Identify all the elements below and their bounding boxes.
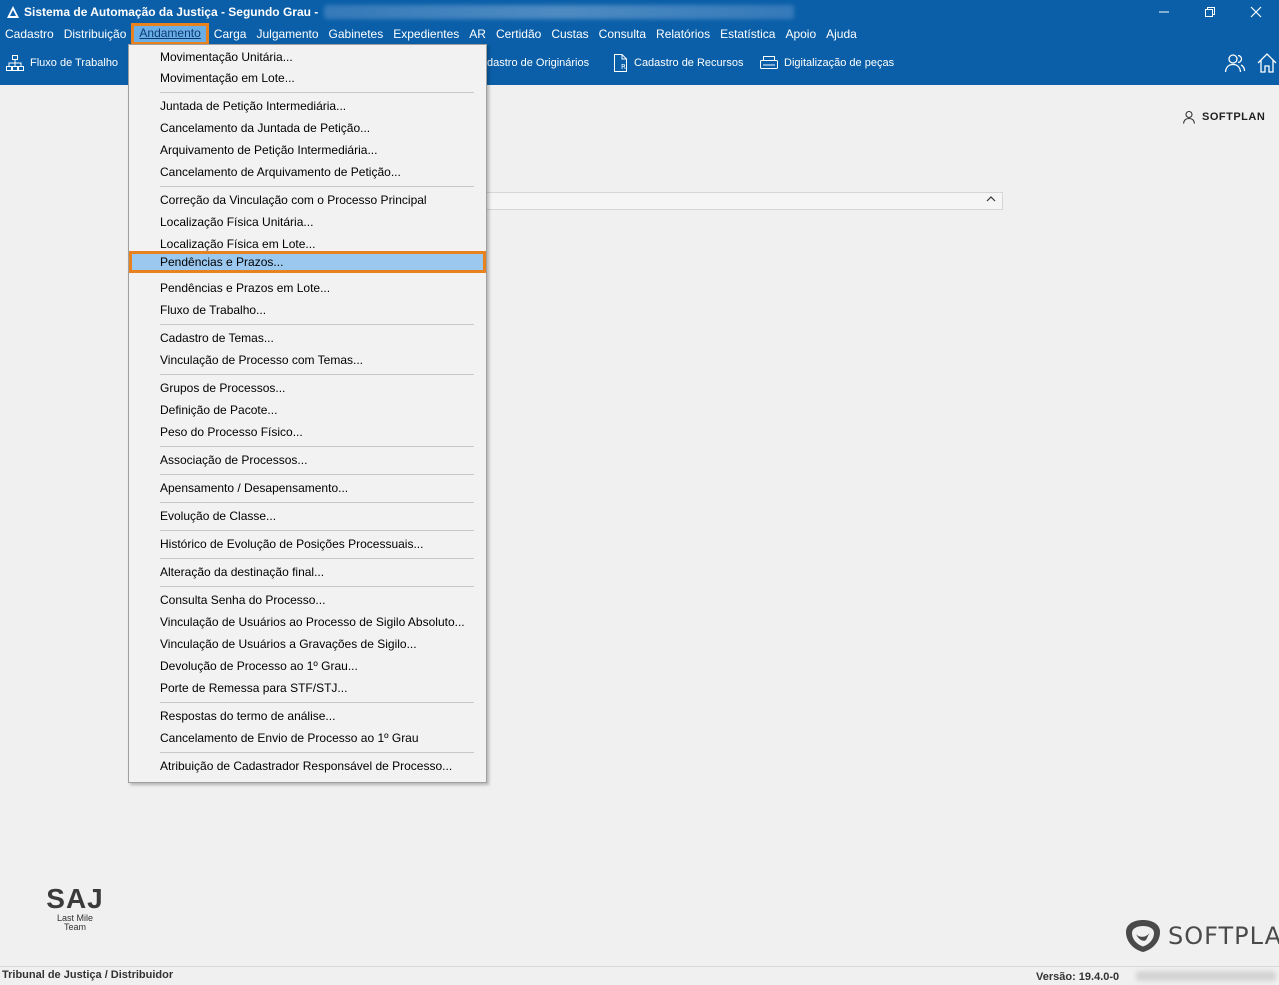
menu-ar[interactable]: AR [464,24,491,44]
svg-text:R: R [621,63,626,71]
menu-separator [160,752,474,753]
menu-separator [160,474,474,475]
menu-item-movimentacao-lote[interactable]: Movimentação em Lote... [129,67,486,89]
menu-separator [160,446,474,447]
menu-relatorios[interactable]: Relatórios [651,24,715,44]
saj-logo-subtitle-2: Team [63,922,86,932]
home-icon [1257,53,1277,73]
status-redacted [1136,971,1276,981]
menu-separator [160,530,474,531]
menu-item-atribuicao-cadastrador[interactable]: Atribuição de Cadastrador Responsável de… [129,755,486,777]
menu-separator [160,702,474,703]
menu-separator [160,324,474,325]
menu-item-pendencias-prazos[interactable]: Pendências e Prazos... [129,251,486,273]
saj-logo: SAJ Last Mile Team [44,884,106,932]
saj-logo-mark: SAJ [46,883,104,914]
status-version: Versão: 19.4.0-0 [1036,971,1120,983]
menu-item-evolucao-classe[interactable]: Evolução de Classe... [129,505,486,527]
menu-item-respostas-termo[interactable]: Respostas do termo de análise... [129,705,486,727]
menu-item-cancelamento-envio[interactable]: Cancelamento de Envio de Processo ao 1º … [129,727,486,749]
menu-expedientes[interactable]: Expedientes [388,24,464,44]
menu-item-vinculacao-temas[interactable]: Vinculação de Processo com Temas... [129,349,486,371]
menu-item-alteracao-destinacao[interactable]: Alteração da destinação final... [129,561,486,583]
menu-carga[interactable]: Carga [209,24,252,44]
menu-apoio[interactable]: Apoio [780,24,821,44]
menu-cadastro[interactable]: Cadastro [0,24,59,44]
cadastro-originarios-button[interactable]: dastro de Originários [487,53,589,73]
menu-item-vinculacao-gravacoes-sigilo[interactable]: Vinculação de Usuários a Gravações de Si… [129,633,486,655]
menu-item-correcao-vinculacao[interactable]: Correção da Vinculação com o Processo Pr… [129,189,486,211]
window-title: Sistema de Automação da Justiça - Segund… [24,5,319,19]
menu-gabinetes[interactable]: Gabinetes [324,24,389,44]
user-display: SOFTPLAN [1182,110,1265,124]
status-location: Tribunal de Justiça / Distribuidor [2,969,174,981]
menu-separator [160,186,474,187]
menu-ajuda[interactable]: Ajuda [821,24,862,44]
menu-item-associacao-processos[interactable]: Associação de Processos... [129,449,486,471]
menu-item-definicao-pacote[interactable]: Definição de Pacote... [129,399,486,421]
user-icon [1182,110,1196,124]
cadastro-recursos-button[interactable]: R Cadastro de Recursos [612,53,743,73]
menu-bar: Cadastro Distribuição Andamento Carga Ju… [0,22,1279,45]
softplan-shield-icon [1126,920,1160,952]
menu-separator [160,558,474,559]
home-button[interactable] [1256,52,1278,77]
user-name: SOFTPLAN [1202,111,1266,123]
menu-item-peso-processo[interactable]: Peso do Processo Físico... [129,421,486,443]
cadastro-recursos-label: Cadastro de Recursos [634,57,744,69]
status-bar: Tribunal de Justiça / Distribuidor Versã… [0,966,1279,985]
restore-icon [1205,7,1215,17]
menu-distribuicao[interactable]: Distribuição [59,24,132,44]
close-icon [1250,6,1262,18]
menu-item-arquivamento-peticao[interactable]: Arquivamento de Petição Intermediária... [129,139,486,161]
users-button[interactable] [1224,52,1246,77]
title-redacted [324,5,795,19]
minimize-icon [1159,11,1169,13]
close-button[interactable] [1233,0,1279,24]
menu-custas[interactable]: Custas [546,24,593,44]
menu-item-grupos-processos[interactable]: Grupos de Processos... [129,377,486,399]
menu-item-fluxo-trabalho[interactable]: Fluxo de Trabalho... [129,299,486,321]
digitalizacao-pecas-label: Digitalização de peças [784,57,895,69]
cadastro-originarios-label: dastro de Originários [487,57,590,69]
restore-button[interactable] [1187,0,1233,24]
menu-item-pendencias-prazos-lote[interactable]: Pendências e Prazos em Lote... [129,277,486,299]
menu-estatistica[interactable]: Estatística [715,24,780,44]
menu-item-historico-evolucao[interactable]: Histórico de Evolução de Posições Proces… [129,533,486,555]
menu-item-porte-remessa[interactable]: Porte de Remessa para STF/STJ... [129,677,486,699]
menu-item-cadastro-temas[interactable]: Cadastro de Temas... [129,327,486,349]
menu-separator [160,502,474,503]
app-logo-icon [6,5,20,19]
digitalizacao-pecas-button[interactable]: Digitalização de peças [760,53,894,73]
users-icon [1224,54,1246,73]
softplan-logo-text: SOFTPLAN [1168,922,1279,950]
menu-andamento[interactable]: Andamento [131,22,209,45]
document-r-icon: R [614,54,627,72]
menu-item-vinculacao-sigilo-absoluto[interactable]: Vinculação de Usuários ao Processo de Si… [129,611,486,633]
minimize-button[interactable] [1141,0,1187,24]
menu-item-localizacao-unitaria[interactable]: Localização Física Unitária... [129,211,486,233]
menu-separator [160,374,474,375]
fluxo-trabalho-button[interactable]: Fluxo de Trabalho [6,53,118,73]
menu-separator [160,586,474,587]
menu-item-movimentacao-unitaria[interactable]: Movimentação Unitária... [129,46,486,68]
chevron-up-icon[interactable] [986,194,996,206]
menu-consulta[interactable]: Consulta [594,24,651,44]
scanner-icon [760,56,778,69]
fluxo-trabalho-label: Fluxo de Trabalho [30,57,119,69]
collapsible-panel-header[interactable] [486,192,1003,210]
menu-certidao[interactable]: Certidão [491,24,546,44]
menu-item-cancelamento-arquivamento[interactable]: Cancelamento de Arquivamento de Petição.… [129,161,486,183]
softplan-logo: SOFTPLAN [1124,918,1279,954]
menu-separator [160,92,474,93]
menu-item-cancelamento-juntada[interactable]: Cancelamento da Juntada de Petição... [129,117,486,139]
andamento-dropdown-menu: Movimentação Unitária... Movimentação em… [128,44,487,783]
workflow-icon [6,55,24,71]
title-bar: Sistema de Automação da Justiça - Segund… [0,0,1279,24]
menu-item-juntada-peticao[interactable]: Juntada de Petição Intermediária... [129,95,486,117]
menu-julgamento[interactable]: Julgamento [251,24,323,44]
menu-item-consulta-senha[interactable]: Consulta Senha do Processo... [129,589,486,611]
menu-item-apensamento[interactable]: Apensamento / Desapensamento... [129,477,486,499]
menu-item-devolucao-primeiro-grau[interactable]: Devolução de Processo ao 1º Grau... [129,655,486,677]
